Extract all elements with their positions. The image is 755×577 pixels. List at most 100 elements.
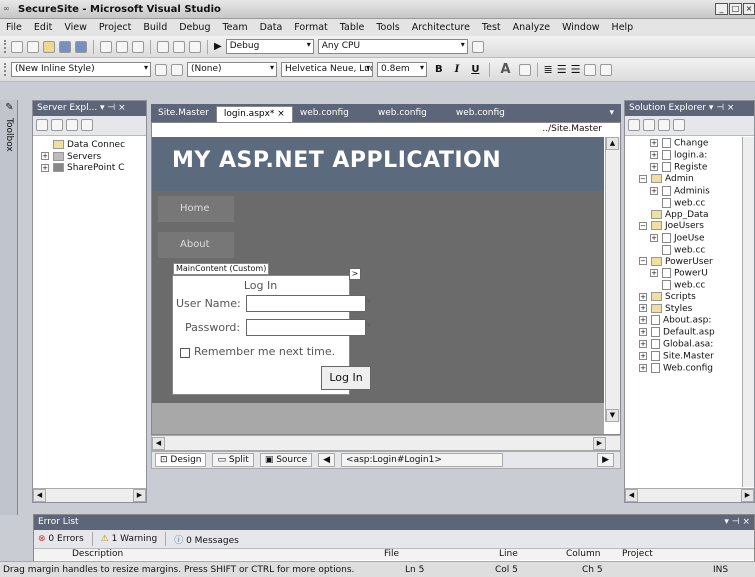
view-designer-icon[interactable] xyxy=(673,119,685,131)
solution-vertical-scrollbar[interactable] xyxy=(742,137,754,487)
close-button[interactable]: × xyxy=(743,3,755,15)
split-view-button[interactable]: ▭ Split xyxy=(212,453,254,467)
expand-icon[interactable]: + xyxy=(639,304,647,312)
designer-horizontal-scrollbar[interactable]: ◀ ▶ xyxy=(151,435,621,451)
expand-icon[interactable]: + xyxy=(639,364,647,372)
close-tab-icon[interactable]: × xyxy=(277,109,285,119)
solution-tree-item[interactable]: − PowerUser xyxy=(625,256,754,269)
solution-horizontal-scrollbar[interactable]: ◀ ▶ xyxy=(625,488,754,502)
solution-tree-item[interactable]: + JoeUse xyxy=(625,232,754,245)
bold-button[interactable]: B xyxy=(431,64,447,75)
solution-tree-item[interactable]: web.cc xyxy=(625,280,754,292)
menu-tools[interactable]: Tools xyxy=(370,22,405,33)
horizontal-scrollbar[interactable]: ◀ ▶ xyxy=(33,488,146,502)
solution-tree-item[interactable]: + Global.asa: xyxy=(625,339,754,351)
italic-button[interactable]: I xyxy=(451,64,464,75)
tab-login-aspx[interactable]: login.aspx* × xyxy=(215,106,293,122)
nav-about[interactable]: About xyxy=(158,232,234,258)
stop-icon[interactable] xyxy=(51,119,63,131)
platform-select[interactable]: Any CPU ▾ xyxy=(317,39,468,54)
menu-edit[interactable]: Edit xyxy=(28,22,58,33)
undo-icon[interactable] xyxy=(157,40,169,53)
solution-tree-item[interactable]: + Registe xyxy=(625,162,754,174)
find-icon[interactable] xyxy=(471,40,484,53)
solution-tree-item[interactable]: + PowerU xyxy=(625,268,754,280)
menu-analyze[interactable]: Analyze xyxy=(507,22,556,33)
column-file[interactable]: File xyxy=(384,549,399,559)
messages-filter[interactable]: ⓘ 0 Messages xyxy=(174,533,239,546)
save-all-icon[interactable] xyxy=(75,40,87,53)
expand-icon[interactable]: + xyxy=(639,292,647,301)
expand-icon[interactable]: + xyxy=(650,269,658,277)
column-description[interactable]: Description xyxy=(72,549,123,559)
solution-tree-item[interactable]: web.cc xyxy=(625,197,754,210)
tag-nav-left-icon[interactable]: ◀ xyxy=(318,453,336,467)
scroll-right-icon[interactable]: ▶ xyxy=(133,489,146,502)
connect-server-icon[interactable] xyxy=(81,119,93,131)
source-view-button[interactable]: ▣ Source xyxy=(259,453,313,467)
solution-tree-item[interactable]: − JoeUsers xyxy=(625,221,754,233)
properties-icon[interactable] xyxy=(628,119,640,131)
expand-icon[interactable]: + xyxy=(639,352,647,360)
solution-tree-item[interactable]: + Scripts xyxy=(625,292,754,304)
solution-explorer-title[interactable]: Solution Explorer ▾ ⊣ × xyxy=(625,101,754,116)
block-format-select[interactable]: (None) ▾ xyxy=(187,62,277,77)
panel-controls-icon[interactable]: ▾ ⊣ × xyxy=(724,515,754,530)
design-surface[interactable]: ../Site.Master MY ASP.NET APPLICATION Ho… xyxy=(151,122,621,435)
scroll-left-icon[interactable]: ◀ xyxy=(152,437,165,450)
refresh-icon[interactable] xyxy=(658,119,670,131)
solution-tree-item[interactable]: + Styles xyxy=(625,303,754,316)
cut-icon[interactable] xyxy=(100,40,112,53)
toolbox-icon[interactable]: ✎ xyxy=(4,102,15,113)
solution-tree-item[interactable]: + Change xyxy=(625,138,754,150)
expand-icon[interactable]: + xyxy=(41,163,49,172)
numbered-list-icon[interactable]: ☰ xyxy=(557,63,567,76)
username-input[interactable] xyxy=(246,295,366,312)
attach-stylesheet-icon[interactable] xyxy=(171,63,183,76)
tab-web-config[interactable]: web.config xyxy=(434,106,512,122)
menu-help[interactable]: Help xyxy=(606,22,640,33)
menu-data[interactable]: Data xyxy=(254,22,289,33)
nav-home[interactable]: Home xyxy=(158,196,234,222)
remember-checkbox[interactable] xyxy=(180,348,190,358)
solution-tree-item[interactable]: + Adminis xyxy=(625,185,754,198)
solution-tree-item[interactable]: + login.a: xyxy=(625,150,754,162)
expand-icon[interactable]: + xyxy=(650,139,658,147)
add-item-icon[interactable] xyxy=(27,40,39,53)
expand-icon[interactable]: + xyxy=(650,233,658,242)
menu-debug[interactable]: Debug xyxy=(173,22,216,33)
solution-tree-item[interactable]: App_Data xyxy=(625,209,754,222)
error-list-title[interactable]: Error List xyxy=(38,515,79,530)
open-icon[interactable] xyxy=(43,40,55,53)
menu-window[interactable]: Window xyxy=(556,22,605,33)
scroll-up-icon[interactable]: ▲ xyxy=(606,137,619,150)
expand-icon[interactable]: + xyxy=(650,163,658,171)
font-size-select[interactable]: 0.8em ▾ xyxy=(377,62,427,77)
tree-item[interactable]: + SharePoint C xyxy=(41,163,146,175)
minimize-button[interactable]: _ xyxy=(715,3,728,15)
solution-tree-item[interactable]: + Default.asp xyxy=(625,327,754,339)
scroll-left-icon[interactable]: ◀ xyxy=(33,489,46,502)
scroll-right-icon[interactable]: ▶ xyxy=(593,437,606,450)
expand-icon[interactable]: + xyxy=(639,316,647,324)
toolbar-grip[interactable] xyxy=(4,40,7,53)
solution-tree-item[interactable]: + Site.Master xyxy=(625,351,754,363)
column-line[interactable]: Line xyxy=(499,549,518,559)
solution-tree-item[interactable]: web.cc xyxy=(625,244,754,257)
login-button[interactable]: Log In xyxy=(321,366,371,390)
font-select[interactable]: Helvetica Neue, Luc ▾ xyxy=(281,62,373,77)
expand-icon[interactable]: − xyxy=(639,221,647,230)
redo-icon[interactable] xyxy=(173,40,185,53)
menu-team[interactable]: Team xyxy=(216,22,253,33)
config-select[interactable]: Debug ▾ xyxy=(225,39,314,54)
toolbar-grip[interactable] xyxy=(4,63,7,76)
tag-selector[interactable]: <asp:Login#Login1> xyxy=(341,453,503,467)
tree-item[interactable]: Data Connec xyxy=(41,140,146,152)
menu-table[interactable]: Table xyxy=(334,22,371,33)
new-project-icon[interactable] xyxy=(11,40,23,53)
save-icon[interactable] xyxy=(59,40,71,53)
underline-button[interactable]: U xyxy=(467,64,483,75)
server-explorer-title[interactable]: Server Expl... ▾ ⊣ × xyxy=(33,101,146,116)
menu-file[interactable]: File xyxy=(0,22,28,33)
solution-tree-item[interactable]: − Admin xyxy=(625,174,754,186)
